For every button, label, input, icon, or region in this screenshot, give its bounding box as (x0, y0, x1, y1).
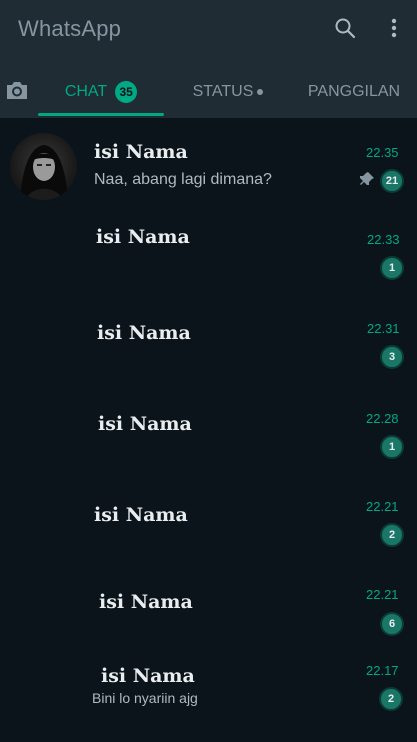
chat-last-message: Bini lo nyariin ajg (92, 690, 198, 706)
unread-badge: 21 (380, 169, 404, 193)
unread-badge: 1 (380, 435, 404, 459)
unread-badge: 1 (380, 256, 404, 280)
chat-time: 22.21 (366, 499, 399, 514)
chat-name: isi Nama (99, 591, 193, 613)
tab-bar: CHAT 35 STATUS PANGGILAN (0, 66, 417, 118)
tab-chat[interactable]: CHAT 35 (38, 66, 164, 118)
chat-time: 22.33 (367, 232, 400, 247)
chat-item[interactable]: isi Nama 22.33 1 (0, 210, 417, 302)
chat-item[interactable]: isi Nama Naa, abang lagi dimana? 22.35 2… (0, 118, 417, 210)
chat-name: isi Nama (94, 141, 188, 163)
menu-icon[interactable] (384, 16, 404, 40)
chat-item[interactable]: isi Nama 22.21 6 (0, 578, 417, 658)
tab-calls-label: PANGGILAN (307, 83, 401, 100)
chat-name: isi Nama (96, 226, 190, 248)
app-bar: WhatsApp CHAT 35 STATUS PANGGILAN (0, 0, 417, 118)
unread-badge: 6 (380, 612, 404, 636)
chat-name: isi Nama (97, 322, 191, 344)
chat-item[interactable]: isi Nama 22.28 1 (0, 394, 417, 486)
chat-time: 22.28 (366, 411, 399, 426)
chat-last-message: Naa, abang lagi dimana? (94, 171, 272, 188)
camera-icon[interactable] (4, 78, 30, 102)
chat-time: 22.17 (366, 663, 399, 678)
search-icon[interactable] (333, 16, 357, 40)
tab-status[interactable]: STATUS (178, 66, 278, 118)
tab-chat-label: CHAT (64, 83, 108, 100)
chat-item[interactable]: isi Nama Bini lo nyariin ajg 22.17 2 (0, 658, 417, 742)
unread-badge: 2 (380, 523, 404, 547)
tab-indicator (38, 113, 164, 116)
unread-badge: 3 (380, 345, 404, 369)
app-title: WhatsApp (18, 16, 122, 41)
chat-time: 22.31 (367, 321, 400, 336)
pin-icon (360, 172, 374, 185)
chat-time: 22.21 (366, 587, 399, 602)
tab-calls[interactable]: PANGGILAN (298, 66, 410, 118)
chat-name: isi Nama (94, 504, 188, 526)
unread-badge: 2 (379, 687, 403, 711)
chat-item[interactable]: isi Nama 22.21 2 (0, 486, 417, 578)
chat-name: isi Nama (98, 413, 192, 435)
status-update-dot (257, 89, 264, 95)
chat-item[interactable]: isi Nama 22.31 3 (0, 302, 417, 394)
tab-status-label: STATUS (192, 83, 254, 100)
avatar[interactable] (10, 133, 77, 200)
chat-count-badge: 35 (115, 81, 138, 103)
chat-time: 22.35 (366, 145, 399, 160)
chat-name: isi Nama (101, 665, 195, 687)
